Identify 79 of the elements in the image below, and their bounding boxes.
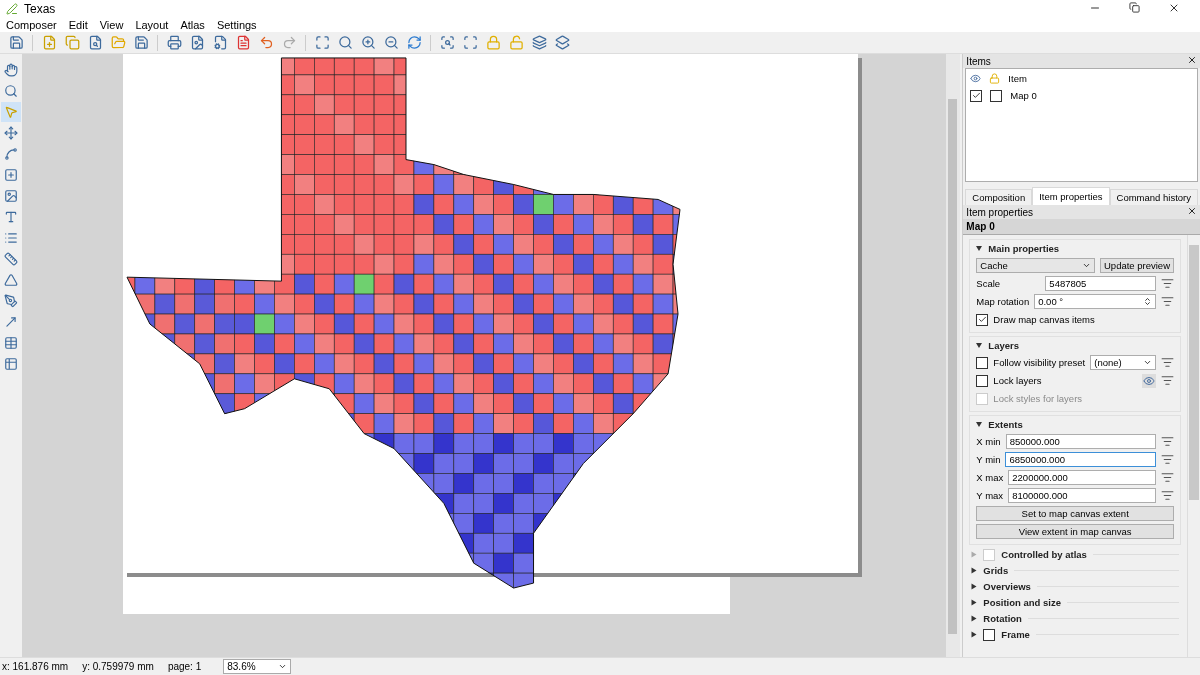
data-defined-icon[interactable] [1161,471,1174,484]
spinner-arrows-icon[interactable] [1143,297,1152,306]
dock-title: Items [966,55,991,67]
cache-dropdown[interactable]: Cache [976,258,1095,273]
dock-title: Item properties [966,206,1034,218]
extent-button[interactable]: Set to map canvas extent [976,506,1174,521]
field-label: X min [976,436,1001,447]
column-header: Item [1008,73,1027,84]
checkbox[interactable] [976,356,989,369]
section-title: Extents [988,419,1023,430]
extent-field[interactable]: 850000.000 [1005,434,1156,449]
data-defined-icon[interactable] [1161,453,1174,466]
status-text: x: 161.876 mm [2,661,69,672]
data-defined-icon[interactable] [1161,489,1174,502]
menu-item[interactable]: Layout [135,19,169,31]
section-title[interactable]: Grids [983,565,1009,576]
checkbox-label: Draw map canvas items [993,314,1095,325]
lock-checkbox[interactable] [990,89,1003,102]
section-title[interactable]: Position and size [983,597,1061,608]
status-text: y: 0.759979 mm [82,661,154,672]
scrollbar[interactable] [1187,235,1200,657]
field-label: X max [976,472,1004,483]
eye-icon[interactable] [1142,373,1156,388]
visibility-checkbox[interactable] [970,89,983,102]
check-icon [971,91,981,100]
checkbox[interactable] [976,374,989,387]
menu-item[interactable]: View [99,19,124,31]
collapse-triangle-icon[interactable] [976,246,983,251]
section-title[interactable]: Overviews [983,581,1031,592]
section-title: Main properties [988,243,1060,254]
collapse-triangle-icon[interactable] [976,422,983,427]
checkbox-label: Follow visibility preset [993,357,1086,368]
data-defined-icon[interactable] [1161,374,1174,387]
data-defined-icon[interactable] [1161,295,1174,308]
collapse-triangle-icon[interactable] [971,599,977,606]
data-defined-icon[interactable] [1161,435,1174,448]
checkbox[interactable] [983,628,996,641]
window-title: Texas [24,2,57,16]
checkbox[interactable] [976,313,989,326]
item-name-header: Map 0 [963,219,1200,235]
menu-item[interactable]: Atlas [180,19,205,31]
extent-field[interactable]: 6850000.000 [1005,452,1156,467]
collapse-triangle-icon[interactable] [971,631,977,638]
extent-field[interactable]: 8100000.000 [1008,488,1156,503]
collapse-triangle-icon[interactable] [976,343,983,348]
check-icon [977,315,987,324]
field-label: Y min [976,454,1001,465]
checkbox-label: Lock styles for layers [993,393,1083,404]
section-title[interactable]: Frame [1001,629,1030,640]
extent-button[interactable]: View extent in map canvas [976,524,1174,539]
field-label: Map rotation [976,296,1030,307]
collapse-triangle-icon[interactable] [971,615,977,622]
maximize-icon[interactable] [1129,2,1140,16]
data-defined-icon[interactable] [1161,356,1174,369]
eye-icon [970,73,982,84]
menu-item[interactable]: Settings [216,19,257,31]
zoom-dropdown[interactable]: 83.6% [223,659,292,674]
tab[interactable]: Item properties [1032,187,1110,205]
checkbox-label: Lock layers [993,375,1043,386]
preset-dropdown[interactable]: (none) [1090,355,1156,370]
update-preview-button[interactable]: Update preview [1100,258,1174,273]
lock-icon [989,73,1001,84]
item-name[interactable]: Map 0 [1010,90,1037,101]
app-logo-icon [6,3,18,15]
data-defined-icon[interactable] [1161,277,1174,290]
menu-item[interactable]: Edit [68,19,88,31]
field-label: Scale [976,278,1002,289]
field-label: Y max [976,490,1004,501]
section-title: Layers [988,340,1019,351]
menu-item[interactable]: Composer [6,19,57,31]
collapse-triangle-icon[interactable] [971,567,977,574]
status-text: page: 1 [167,661,202,672]
section-title[interactable]: Rotation [983,613,1022,624]
extent-field[interactable]: 2200000.000 [1008,470,1156,485]
tab[interactable]: Command history [1109,189,1198,205]
rotation-field[interactable]: 0.00 ° [1034,294,1156,309]
scale-field[interactable]: 5487805 [1045,276,1156,291]
tab[interactable]: Composition [965,189,1033,205]
collapse-triangle-icon[interactable] [971,583,977,590]
